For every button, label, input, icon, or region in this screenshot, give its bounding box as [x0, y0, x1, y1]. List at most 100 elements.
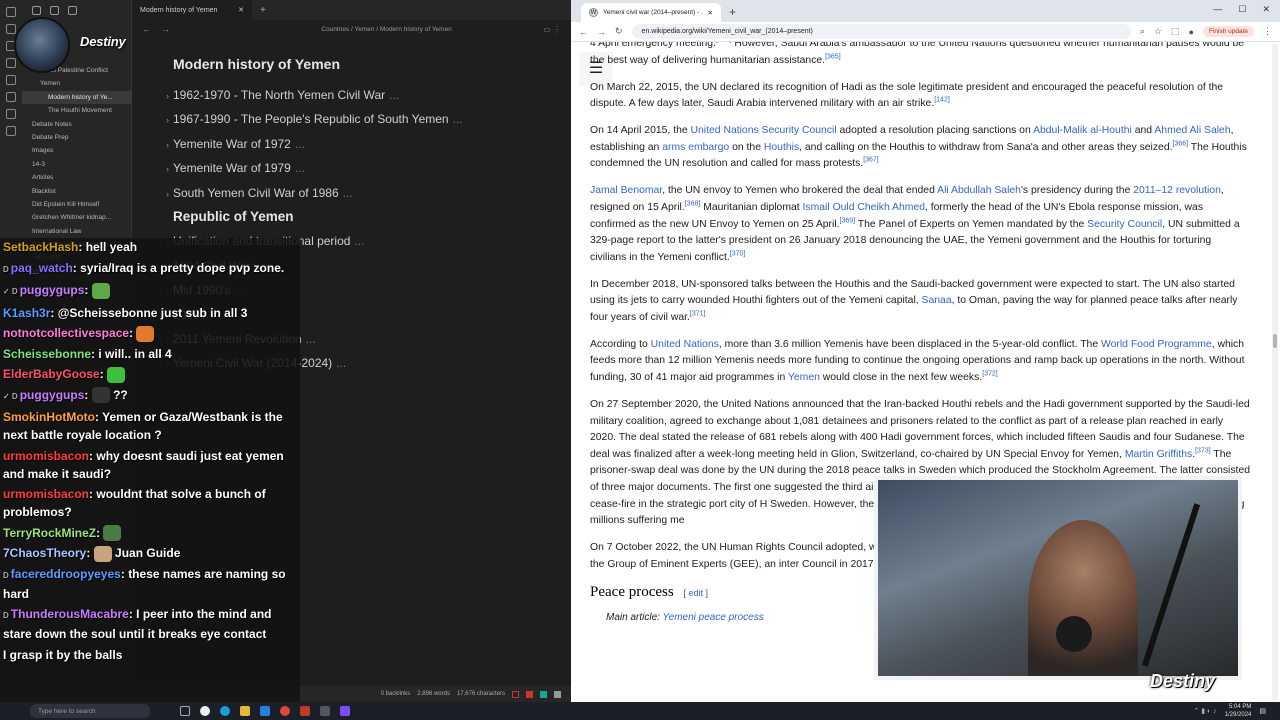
explorer-icon[interactable] [260, 706, 270, 716]
new-tab-icon[interactable]: + [260, 5, 266, 16]
citation-link[interactable]: [367] [863, 157, 879, 164]
forward-arrow-icon[interactable]: → [597, 27, 606, 37]
chat-username[interactable]: K1ash3r [3, 306, 50, 320]
chat-username[interactable]: 7ChaosTheory [3, 546, 86, 560]
forward-arrow-icon[interactable]: → [161, 24, 170, 34]
article-link[interactable]: Martin Griffiths [1125, 449, 1192, 460]
publish-icon[interactable] [6, 126, 16, 136]
files-icon[interactable] [6, 7, 16, 17]
file-explorer-icon[interactable] [240, 706, 250, 716]
chat-username[interactable]: Scheissebonne [3, 347, 91, 361]
tray-icons[interactable]: ⌃ ▮ ◐ ♪ [1193, 707, 1216, 715]
outline-item[interactable]: › Yemenite War of 1972... [132, 132, 571, 156]
menu-icon[interactable]: ⋮ [1263, 26, 1272, 37]
task-view-icon[interactable] [180, 706, 190, 716]
chrome-icon[interactable] [280, 706, 290, 716]
folder-icon[interactable] [32, 5, 41, 15]
chevron-right-icon[interactable]: › [166, 133, 173, 157]
article-link[interactable]: United Nations [651, 339, 719, 350]
chat-username[interactable]: ElderBabyGoose [3, 367, 100, 381]
file-tree-item[interactable]: Gretchen Whitmer kidnap... [22, 211, 132, 224]
outline-item[interactable]: › 1962-1970 - The North Yemen Civil War..… [132, 83, 571, 107]
article-link[interactable]: Security Council [1087, 219, 1162, 230]
outline-item[interactable]: › 1967-1990 - The People's Republic of So… [132, 107, 571, 131]
file-tree-item[interactable]: International Law [22, 225, 132, 238]
file-tree-item[interactable]: Images [22, 144, 132, 157]
article-link[interactable]: arms embargo [662, 142, 729, 153]
chat-username[interactable]: puggygups [20, 283, 85, 297]
reload-icon[interactable]: ↻ [615, 26, 623, 37]
search-icon[interactable] [6, 24, 16, 34]
main-article-link[interactable]: Yemeni peace process [663, 612, 764, 623]
minimize-icon[interactable]: — [1213, 4, 1222, 15]
article-link[interactable]: 2011–12 revolution [1133, 185, 1221, 196]
address-bar[interactable]: en.wikipedia.org/wiki/Yemeni_civil_war_(… [631, 24, 1131, 39]
finish-update-button[interactable]: Finish update [1202, 26, 1254, 37]
file-tree-item[interactable]: Modern history of Ye... [22, 90, 132, 105]
citation-link[interactable]: [368] [685, 200, 701, 207]
outline-heading[interactable]: Republic of Yemen [132, 205, 571, 229]
citation-link[interactable]: [370] [730, 250, 746, 257]
templates-icon[interactable] [6, 109, 16, 119]
article-link[interactable]: World Food Programme [1101, 339, 1212, 350]
chevron-right-icon[interactable]: › [166, 157, 173, 181]
browser-tab[interactable]: W Yemeni civil war (2014–present) - ... … [581, 3, 721, 22]
citation-link[interactable]: [364] [716, 42, 732, 44]
editor-tab[interactable]: Modern history of Yemen ✕ [132, 0, 252, 20]
extension-icon[interactable]: ⬚ [1171, 26, 1180, 37]
chat-username[interactable]: SmokinHotMoto [3, 410, 95, 424]
chat-username[interactable]: urmomisbacon [3, 449, 89, 463]
backlinks-count[interactable]: 0 backlinks [381, 691, 411, 697]
chevron-right-icon[interactable]: › [166, 84, 173, 108]
outline-item[interactable]: › South Yemen Civil War of 1986... [132, 181, 571, 205]
back-arrow-icon[interactable]: ← [142, 24, 151, 34]
article-link[interactable]: Houthis [764, 142, 799, 153]
scrollbar-thumb[interactable] [1273, 334, 1277, 348]
clock[interactable]: 5:04 PM 1/29/2024 [1225, 703, 1252, 719]
article-link[interactable]: Abdul-Malik al-Houthi [1033, 125, 1132, 136]
file-tree-item[interactable]: Debate Prep [22, 131, 132, 144]
back-arrow-icon[interactable]: ← [579, 27, 588, 37]
chevron-right-icon[interactable]: › [166, 108, 173, 132]
article-link[interactable]: Ali Abdullah Saleh [937, 185, 1021, 196]
chat-username[interactable]: urmomisbacon [3, 487, 89, 501]
citation-link[interactable]: [366] [1173, 140, 1189, 147]
profile-icon[interactable]: ● [1189, 27, 1194, 37]
reading-view-icon[interactable]: ▭ ⋮ [543, 25, 561, 34]
file-tree-item[interactable]: The Houthi Movement [22, 104, 132, 117]
taskbar-search[interactable]: Type here to search [30, 704, 150, 718]
bookmark-icon[interactable] [68, 5, 77, 15]
article-link[interactable]: Sanaa [922, 295, 952, 306]
chat-username[interactable]: facereddroopyeyes [11, 567, 121, 581]
article-link[interactable]: Yemen [788, 372, 820, 383]
command-icon[interactable] [6, 92, 16, 102]
sync-status-icon[interactable] [512, 690, 519, 698]
citation-link[interactable]: [373] [1195, 447, 1211, 454]
article-link[interactable]: United Nations Security Council [691, 125, 837, 136]
file-tree-item[interactable]: Blacklist [22, 185, 132, 198]
obs-icon[interactable] [200, 706, 210, 716]
file-tree-item[interactable]: Debate Notes [22, 118, 132, 131]
file-tree-item[interactable]: 14-3 [22, 158, 132, 171]
canvas-icon[interactable] [6, 58, 16, 68]
outline-item[interactable]: › Yemenite War of 1979... [132, 156, 571, 180]
citation-link[interactable]: [142] [934, 97, 950, 104]
maximize-icon[interactable]: ☐ [1238, 4, 1246, 15]
app-icon[interactable] [300, 706, 310, 716]
search-icon[interactable] [50, 5, 59, 15]
file-tree-item[interactable]: Articles [22, 171, 132, 184]
citation-link[interactable]: [371] [690, 310, 706, 317]
close-icon[interactable]: ✕ [1262, 4, 1270, 15]
chat-username[interactable]: TerryRockMineZ [3, 526, 96, 540]
zoom-icon[interactable]: ⌕ [1140, 26, 1145, 37]
new-tab-icon[interactable]: + [729, 5, 736, 19]
citation-link[interactable]: [369] [840, 217, 856, 224]
app-icon[interactable] [320, 706, 330, 716]
close-icon[interactable]: ✕ [708, 9, 713, 17]
plugin-status-icon[interactable] [540, 690, 547, 698]
notifications-icon[interactable]: ▤ [1259, 707, 1266, 715]
citation-link[interactable]: [365] [825, 53, 841, 60]
article-link[interactable]: Ahmed Ali Saleh [1154, 125, 1230, 136]
chat-username[interactable]: ThunderousMacabre [11, 607, 129, 621]
edge-icon[interactable] [220, 706, 230, 716]
